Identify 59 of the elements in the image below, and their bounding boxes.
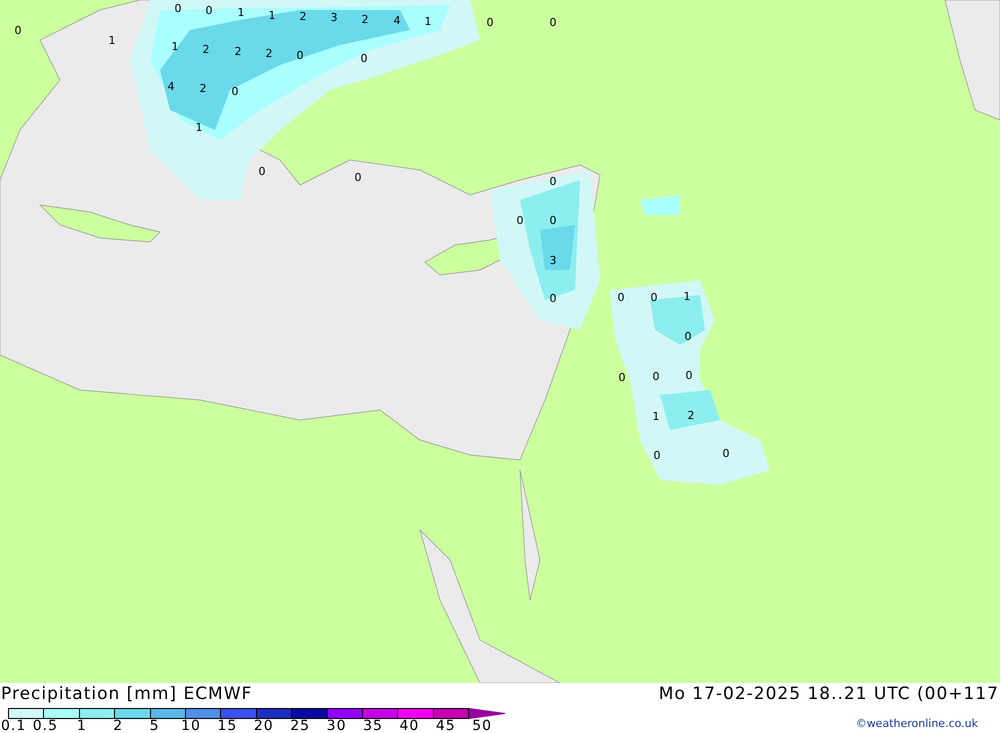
precipitation-value: 1 (238, 7, 244, 19)
scale-tick-label: 45 (436, 719, 456, 733)
scale-tick-label: 0.5 (32, 719, 58, 733)
precipitation-value: 2 (200, 83, 206, 95)
valid-time: Mo 17-02-2025 18..21 UTC (00+117 (658, 684, 999, 704)
precipitation-value: 1 (108, 35, 116, 47)
scale-tick-label: 0.1 (1, 719, 26, 733)
scale-tick-label: 30 (326, 719, 346, 733)
precipitation-value: 0 (232, 86, 238, 98)
precipitation-value: 2 (300, 11, 306, 23)
precipitation-value: 1 (172, 41, 178, 53)
precipitation-value: 1 (196, 122, 202, 134)
precipitation-value: 0 (618, 372, 626, 384)
precipitation-value: 1 (684, 291, 690, 303)
scale-tick-label: 10 (181, 719, 201, 733)
scale-tick-label: 2 (113, 719, 124, 733)
precipitation-value: 1 (268, 10, 276, 22)
scale-tick-label: 50 (472, 719, 492, 733)
precipitation-value: 0 (550, 17, 556, 29)
precipitation-value: 2 (362, 14, 368, 26)
scale-tick-label: 1 (76, 719, 87, 733)
scale-tick-label: 5 (150, 719, 160, 733)
precipitation-value: 0 (206, 5, 212, 17)
precipitation-value: 4 (168, 81, 174, 93)
scale-tick-label: 25 (290, 719, 310, 733)
credit-link[interactable]: ©weatheronline.co.uk (856, 717, 978, 730)
precipitation-value: 0 (550, 215, 556, 227)
precipitation-value: 4 (394, 15, 400, 27)
precipitation-value: 0 (258, 166, 266, 178)
precipitation-value: 3 (330, 12, 338, 24)
precipitation-area (640, 195, 680, 215)
precipitation-value: 0 (550, 176, 556, 188)
precipitation-value: 0 (652, 371, 660, 383)
precipitation-value: 0 (296, 50, 304, 62)
precipitation-value: 0 (650, 292, 658, 304)
precipitation-value: 0 (684, 331, 692, 343)
precipitation-value: 0 (686, 370, 692, 382)
precipitation-value: 2 (266, 48, 272, 60)
precipitation-value: 0 (722, 448, 730, 460)
precipitation-value: 0 (14, 25, 22, 37)
precipitation-value: 1 (424, 16, 432, 28)
precipitation-value: 3 (550, 255, 556, 267)
precipitation-value: 0 (618, 292, 624, 304)
scale-tick-label: 35 (363, 719, 383, 733)
precipitation-value: 2 (202, 44, 210, 56)
precipitation-value: 0 (516, 215, 524, 227)
scale-tick-label: 15 (217, 719, 238, 733)
precipitation-value: 1 (652, 411, 660, 423)
precipitation-value: 0 (354, 172, 362, 184)
legend-title: Precipitation [mm] ECMWF (1, 684, 252, 704)
precipitation-value: 0 (360, 53, 368, 65)
precipitation-value: 0 (550, 293, 556, 305)
precipitation-value: 0 (174, 3, 182, 15)
precipitation-value: 2 (234, 46, 242, 58)
scale-tick-label: 20 (254, 719, 274, 733)
precipitation-value: 0 (486, 17, 494, 29)
scale-tick-label: 40 (399, 719, 420, 733)
precipitation-value: 0 (654, 450, 660, 462)
precipitation-value: 2 (688, 410, 694, 422)
